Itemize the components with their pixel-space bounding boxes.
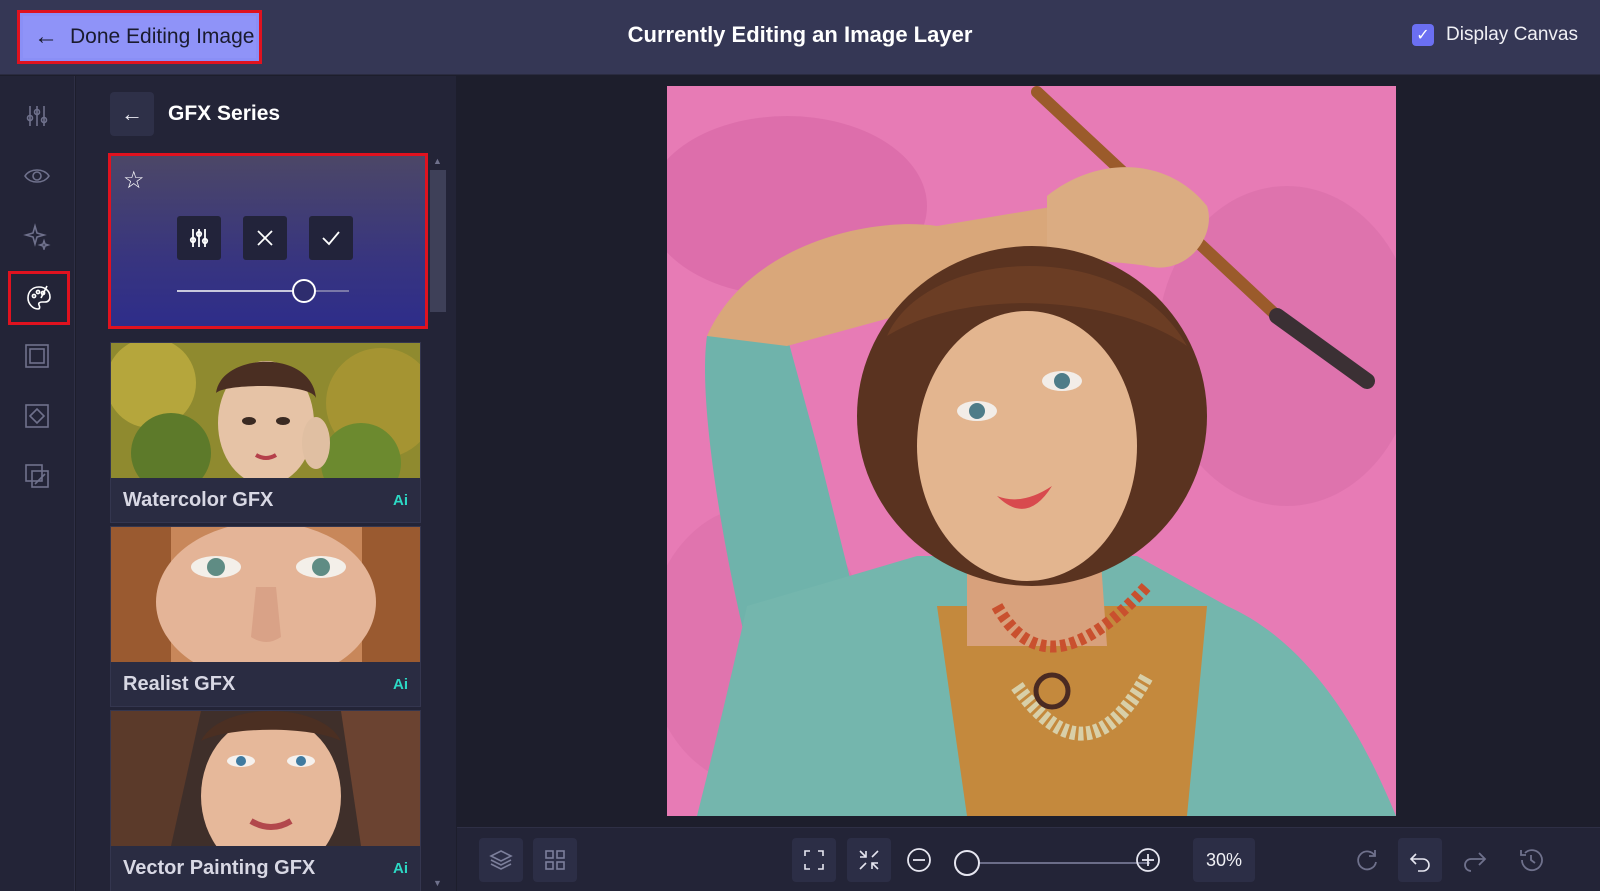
rail-item-overlay[interactable]: [14, 453, 60, 499]
active-effect-card: ☆: [108, 153, 428, 329]
style-thumbnail: [111, 711, 420, 846]
style-name: Vector Painting GFX: [123, 856, 316, 879]
layers-icon: [489, 850, 513, 870]
adjustments-icon: [26, 106, 48, 126]
effect-settings-button[interactable]: [177, 216, 221, 260]
panel-header: ← GFX Series: [110, 92, 280, 136]
slider-knob[interactable]: [292, 279, 316, 303]
arrow-left-icon: ←: [34, 23, 58, 50]
portrait-artwork: [667, 86, 1396, 816]
vector-painting-thumbnail-image: [111, 711, 420, 846]
arrow-left-icon: ←: [121, 101, 143, 126]
grid-icon: [545, 850, 565, 870]
collapse-icon: [859, 850, 879, 870]
zoom-out-button[interactable]: [905, 846, 933, 874]
ai-badge: Ai: [393, 675, 408, 693]
check-icon: [322, 231, 340, 246]
display-canvas-toggle[interactable]: ✓ Display Canvas: [1412, 24, 1578, 46]
done-editing-label: Done Editing Image: [70, 25, 255, 48]
style-name: Watercolor GFX: [123, 488, 274, 511]
rail-item-adjustments[interactable]: [14, 93, 60, 139]
frame-icon: [25, 344, 49, 368]
zoom-slider-track[interactable]: [972, 862, 1150, 864]
rail-item-artistic[interactable]: [8, 271, 70, 325]
sparkle-icon: [23, 223, 51, 250]
realist-thumbnail-image: [111, 527, 420, 662]
canvas-image[interactable]: [667, 86, 1396, 816]
redo-button[interactable]: [1461, 846, 1489, 874]
history-button[interactable]: [1517, 846, 1545, 874]
undo-button[interactable]: [1398, 838, 1442, 882]
rail-item-frame[interactable]: [14, 333, 60, 379]
display-canvas-checkbox[interactable]: ✓: [1412, 24, 1434, 46]
zoom-level[interactable]: 30%: [1193, 838, 1255, 882]
style-label-row: Realist GFX Ai: [111, 662, 420, 706]
crop-frame-icon: [25, 404, 49, 428]
panel-scrollbar[interactable]: [430, 170, 446, 312]
expand-icon: [804, 850, 824, 870]
top-bar: ← Done Editing Image Currently Editing a…: [0, 0, 1600, 75]
ai-badge: Ai: [393, 859, 408, 877]
zoom-in-icon: [1136, 848, 1160, 872]
ai-badge: Ai: [393, 491, 408, 509]
done-editing-button[interactable]: ← Done Editing Image: [17, 10, 262, 64]
palette-icon: [27, 285, 51, 310]
zoom-out-icon: [907, 848, 931, 872]
display-canvas-label: Display Canvas: [1446, 24, 1578, 45]
shrink-button[interactable]: [847, 838, 891, 882]
style-card-watercolor[interactable]: Watercolor GFX Ai: [110, 342, 421, 523]
fit-screen-button[interactable]: [792, 838, 836, 882]
effect-apply-button[interactable]: [309, 216, 353, 260]
style-label-row: Vector Painting GFX Ai: [111, 846, 420, 890]
style-card-realist[interactable]: Realist GFX Ai: [110, 526, 421, 707]
refresh-icon: [1357, 850, 1377, 871]
style-thumbnail: [111, 343, 420, 478]
star-icon[interactable]: ☆: [123, 166, 145, 195]
scroll-down-arrow[interactable]: ▼: [433, 878, 442, 888]
effect-cancel-button[interactable]: [243, 216, 287, 260]
style-label-row: Watercolor GFX Ai: [111, 478, 420, 522]
panel-back-button[interactable]: ←: [110, 92, 154, 136]
style-thumbnail: [111, 527, 420, 662]
history-icon: [1520, 849, 1543, 872]
scroll-up-arrow[interactable]: ▲: [433, 156, 442, 166]
bottom-toolbar: 30%: [457, 827, 1600, 891]
style-name: Realist GFX: [123, 672, 236, 695]
panel-title: GFX Series: [168, 102, 281, 125]
effect-controls: [177, 216, 353, 260]
overlay-icon: [25, 464, 49, 488]
redo-icon: [1464, 852, 1487, 872]
rail-item-view[interactable]: [14, 153, 60, 199]
reset-rotation-button[interactable]: [1353, 846, 1381, 874]
zoom-in-button[interactable]: [1134, 846, 1162, 874]
effect-intensity-slider[interactable]: [177, 279, 349, 303]
eye-icon: [24, 169, 50, 183]
adjustments-icon: [189, 229, 209, 247]
tool-rail: [0, 76, 75, 891]
zoom-slider-knob[interactable]: [954, 850, 980, 876]
undo-icon: [1409, 853, 1430, 872]
rail-item-effects[interactable]: [14, 213, 60, 259]
layers-button[interactable]: [479, 838, 523, 882]
watercolor-thumbnail-image: [111, 343, 420, 478]
rail-item-crop[interactable]: [14, 393, 60, 439]
close-icon: [257, 230, 273, 246]
style-card-vector-painting[interactable]: Vector Painting GFX Ai: [110, 710, 421, 891]
grid-button[interactable]: [533, 838, 577, 882]
